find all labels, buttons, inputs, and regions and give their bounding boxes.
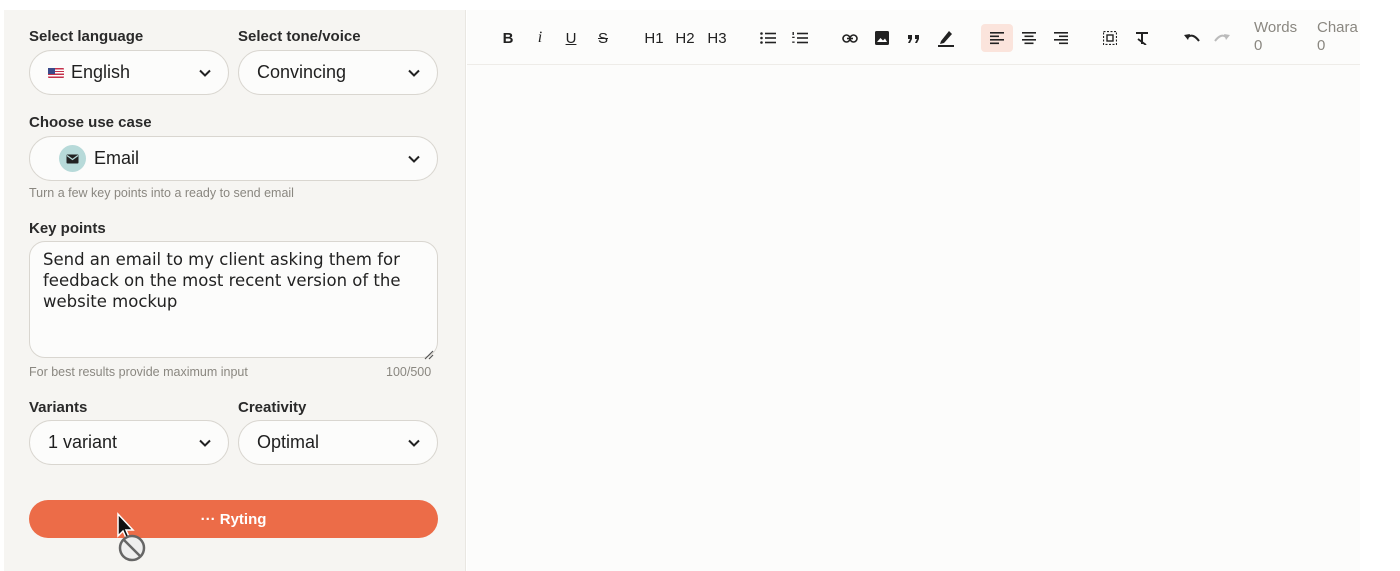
use-case-label: Choose use case <box>29 114 152 131</box>
app-window: Select language Select tone/voice Englis… <box>0 0 1400 571</box>
key-points-label: Key points <box>29 220 106 237</box>
heading1-button[interactable]: H1 <box>642 24 666 52</box>
variants-value: 1 variant <box>48 432 118 452</box>
word-count-value: 0 <box>1254 37 1263 54</box>
align-right-icon[interactable] <box>1051 24 1071 52</box>
creativity-value: Optimal <box>257 432 320 452</box>
select-all-icon[interactable] <box>1100 24 1120 52</box>
variants-select[interactable]: 1 variant <box>29 420 229 465</box>
highlight-pen-icon[interactable] <box>936 24 956 52</box>
chevron-down-icon <box>198 436 212 450</box>
use-case-value: Email <box>94 148 140 168</box>
envelope-icon <box>59 145 86 172</box>
image-icon[interactable] <box>872 24 892 52</box>
underline-button[interactable]: U <box>563 24 579 52</box>
align-center-icon[interactable] <box>1019 24 1039 52</box>
undo-icon[interactable] <box>1182 24 1202 52</box>
align-left-icon[interactable] <box>981 24 1013 52</box>
creativity-label: Creativity <box>238 399 307 416</box>
tone-select[interactable]: Convincing <box>238 50 438 95</box>
heading3-button[interactable]: H3 <box>705 24 729 52</box>
quote-icon[interactable] <box>904 24 924 52</box>
resize-handle-icon[interactable] <box>424 344 434 360</box>
editor-content-area[interactable] <box>467 66 1360 571</box>
word-count: Words 0 <box>1254 19 1297 55</box>
language-value: English <box>71 62 131 82</box>
strikethrough-button[interactable]: S <box>595 24 611 52</box>
italic-button[interactable]: i <box>533 24 547 52</box>
settings-panel: Select language Select tone/voice Englis… <box>4 10 466 571</box>
heading2-button[interactable]: H2 <box>673 24 697 52</box>
bold-button[interactable]: B <box>500 24 516 52</box>
bullet-list-icon[interactable] <box>758 24 778 52</box>
chevron-down-icon <box>407 152 421 166</box>
chevron-down-icon <box>407 436 421 450</box>
character-count-value: 0 <box>1317 37 1326 54</box>
tone-label: Select tone/voice <box>238 28 361 45</box>
generate-button[interactable]: ··· Ryting <box>29 500 438 538</box>
tone-value: Convincing <box>257 62 347 82</box>
editor-panel: B i U S H1 H2 H3 Words 0 Chara 0 <box>467 10 1360 571</box>
editor-toolbar: B i U S H1 H2 H3 Words 0 Chara 0 <box>467 10 1360 65</box>
character-count-label: Chara <box>1317 19 1358 36</box>
redo-icon[interactable] <box>1212 24 1232 52</box>
key-points-textarea[interactable]: Send an email to my client asking them f… <box>29 241 438 360</box>
character-count: Chara 0 <box>1317 19 1360 55</box>
key-points-hint: For best results provide maximum input <box>29 365 248 379</box>
creativity-select[interactable]: Optimal <box>238 420 438 465</box>
numbered-list-icon[interactable] <box>790 24 810 52</box>
variants-label: Variants <box>29 399 88 416</box>
language-label: Select language <box>29 28 144 45</box>
key-points-text: Send an email to my client asking them f… <box>43 250 401 311</box>
link-icon[interactable] <box>840 24 860 52</box>
use-case-select[interactable]: Email <box>29 136 438 181</box>
chevron-down-icon <box>407 66 421 80</box>
not-allowed-cursor-icon <box>116 512 156 571</box>
chevron-down-icon <box>198 66 212 80</box>
key-points-counter: 100/500 <box>386 365 432 379</box>
generate-button-label: ··· Ryting <box>200 510 267 528</box>
language-select[interactable]: English <box>29 50 229 95</box>
clear-formatting-icon[interactable] <box>1132 24 1152 52</box>
word-count-label: Words <box>1254 19 1298 36</box>
us-flag-icon <box>48 67 64 78</box>
use-case-description: Turn a few key points into a ready to se… <box>29 186 294 200</box>
